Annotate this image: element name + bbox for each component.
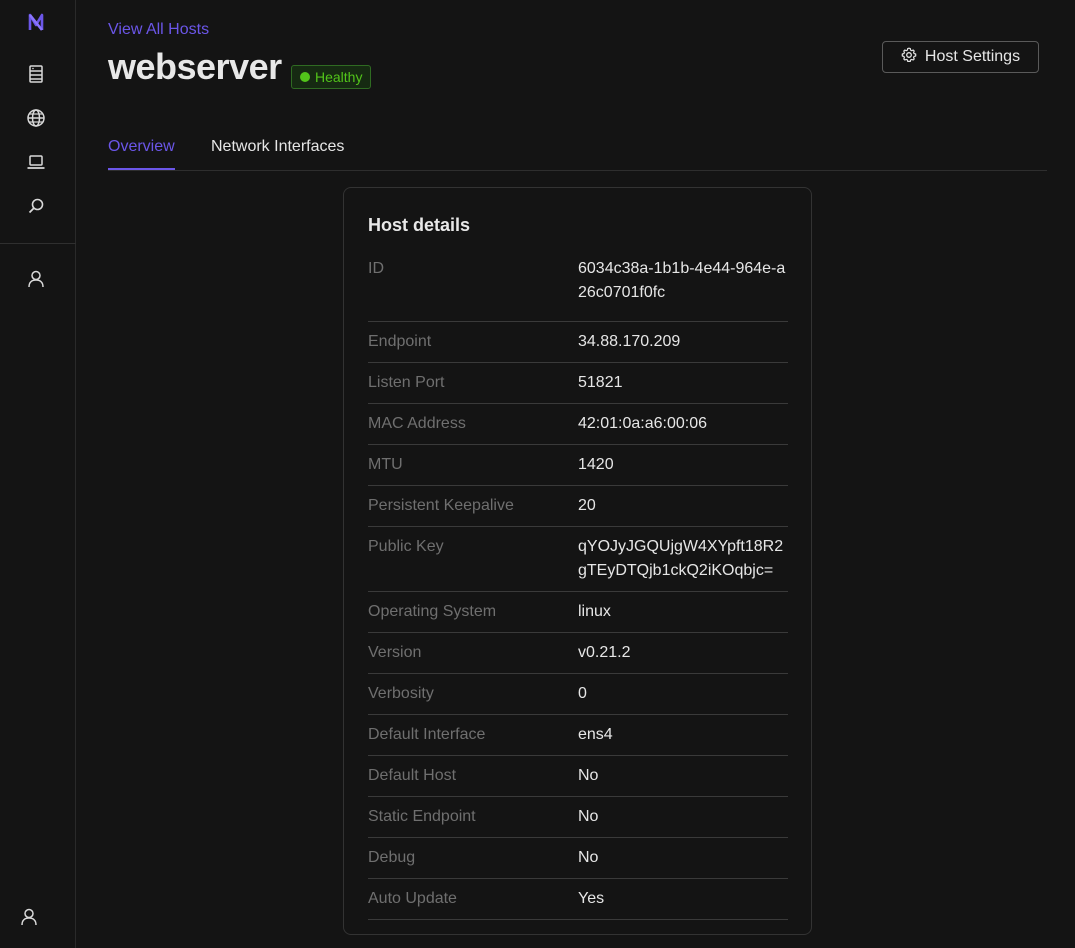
detail-key: Version [368, 644, 422, 661]
detail-row: Public Key qYOJyJGQUjgW4XYpft18R2gTEyDTQj… [368, 527, 788, 592]
detail-row: Default Host No [368, 756, 788, 797]
detail-key: Public Key [368, 538, 444, 555]
detail-key: Endpoint [368, 333, 432, 350]
detail-value: No [578, 767, 599, 784]
detail-row: Static Endpoint No [368, 797, 788, 838]
detail-row: Default Interface ens4 [368, 715, 788, 756]
main-content: View All Hosts webserver Healthy Host Se… [76, 0, 1075, 948]
detail-key: Verbosity [368, 685, 434, 702]
detail-row: Endpoint 34.88.170.209 [368, 322, 788, 363]
detail-key: Listen Port [368, 374, 445, 391]
detail-value: No [578, 849, 599, 866]
detail-key: Operating System [368, 603, 497, 620]
detail-key: Default Host [368, 767, 457, 784]
sidebar [0, 0, 76, 948]
detail-row: Operating System linux [368, 592, 788, 633]
detail-key: Auto Update [368, 890, 457, 907]
status-label: Healthy [315, 69, 363, 85]
search-icon[interactable] [24, 194, 48, 218]
hosts-icon[interactable] [24, 62, 48, 86]
user-icon[interactable] [24, 267, 48, 291]
detail-key: Debug [368, 849, 416, 866]
detail-row: Version v0.21.2 [368, 633, 788, 674]
detail-key: Default Interface [368, 726, 486, 743]
detail-value: 6034c38a-1b1b-4e44-964e-a26c0701f0fc [578, 260, 786, 301]
host-settings-button[interactable]: Host Settings [882, 41, 1039, 73]
detail-row: MAC Address 42:01:0a:a6:00:06 [368, 404, 788, 445]
detail-key: ID [368, 260, 384, 277]
detail-value: No [578, 808, 599, 825]
detail-row: ID 6034c38a-1b1b-4e44-964e-a26c0701f0fc [368, 257, 788, 322]
detail-key: MTU [368, 456, 403, 473]
detail-key: MAC Address [368, 415, 466, 432]
host-details-list: ID 6034c38a-1b1b-4e44-964e-a26c0701f0fc En… [368, 257, 788, 920]
detail-row: MTU 1420 [368, 445, 788, 486]
detail-value: 42:01:0a:a6:00:06 [578, 415, 708, 432]
card-title: Host details [368, 215, 471, 235]
detail-value: Yes [578, 890, 605, 907]
detail-value: linux [578, 603, 611, 620]
host-details-card: Host details ID 6034c38a-1b1b-4e44-964e-a… [343, 187, 812, 935]
detail-value: qYOJyJGQUjgW4XYpft18R2gTEyDTQjb1ckQ2iKOq… [578, 538, 784, 579]
status-badge: Healthy [291, 65, 372, 89]
detail-value: ens4 [578, 726, 613, 743]
detail-value: 34.88.170.209 [578, 333, 681, 350]
globe-icon[interactable] [24, 106, 48, 130]
account-user-icon[interactable] [17, 905, 41, 929]
laptop-icon[interactable] [24, 150, 48, 174]
view-all-hosts-link[interactable]: View All Hosts [108, 21, 209, 39]
tab-network-interfaces[interactable]: Network Interfaces [211, 138, 344, 168]
gear-icon [901, 47, 917, 68]
host-settings-label: Host Settings [924, 48, 1021, 65]
detail-row: Auto Update Yes [368, 879, 788, 920]
detail-value: v0.21.2 [578, 644, 631, 661]
tab-bar: Overview Network Interfaces [108, 128, 1047, 171]
detail-row: Verbosity 0 [368, 674, 788, 715]
netmaker-logo-icon[interactable] [24, 10, 48, 34]
tab-overview[interactable]: Overview [108, 138, 175, 170]
detail-row: Debug No [368, 838, 788, 879]
detail-value: 0 [578, 685, 587, 702]
status-dot-icon [300, 72, 310, 82]
detail-key: Persistent Keepalive [368, 497, 514, 514]
detail-value: 20 [578, 497, 596, 514]
detail-row: Persistent Keepalive 20 [368, 486, 788, 527]
detail-value: 51821 [578, 374, 623, 391]
detail-key: Static Endpoint [368, 808, 476, 825]
detail-row: Listen Port 51821 [368, 363, 788, 404]
sidebar-divider [0, 243, 76, 244]
detail-value: 1420 [578, 456, 614, 473]
page-title: webserver [108, 46, 282, 87]
